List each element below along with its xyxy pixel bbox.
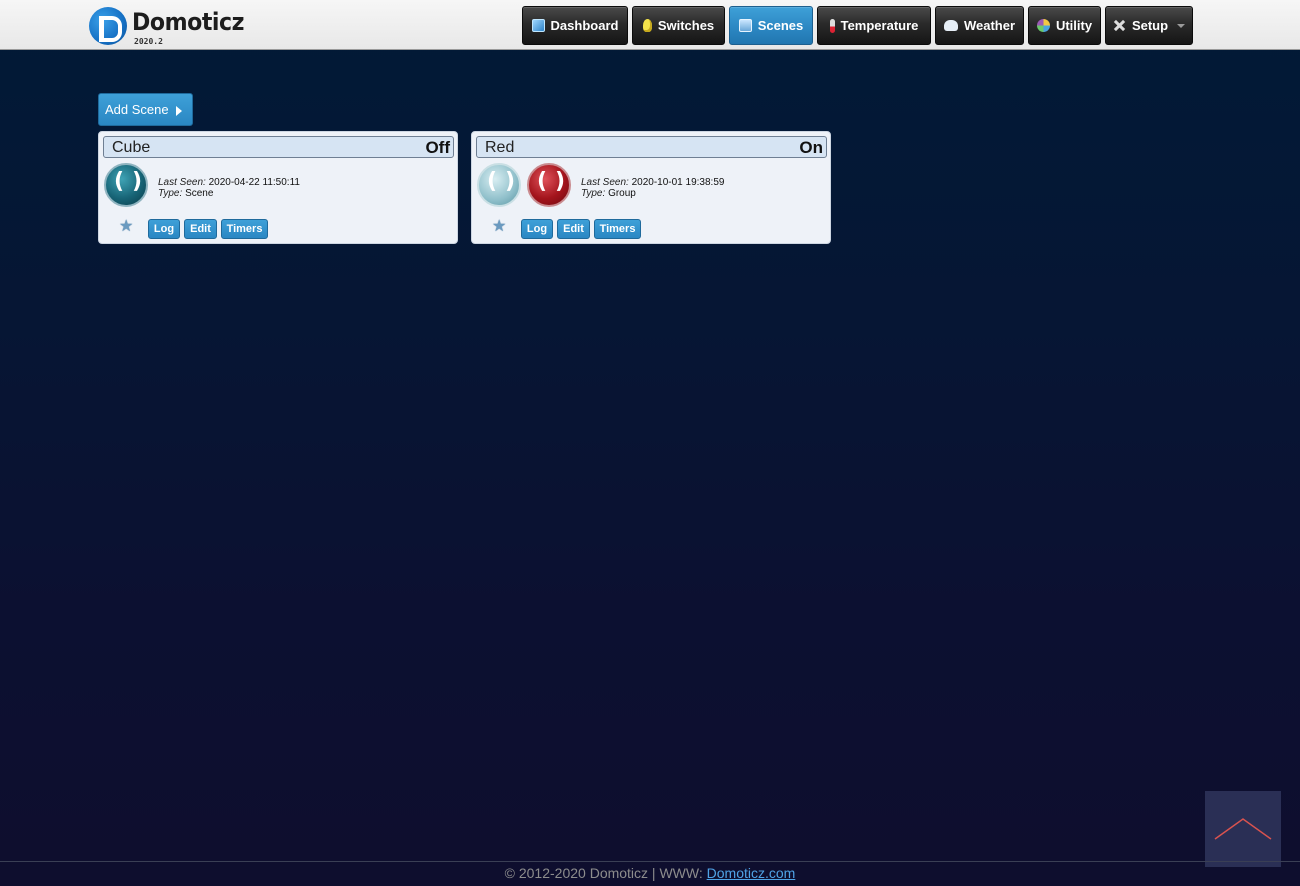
scene-card-cube: Cube Off () Last Seen: 2020-04-22 11:50:… xyxy=(98,131,458,244)
tools-icon xyxy=(1113,19,1126,32)
scene-status: On xyxy=(799,138,823,157)
scene-info: Last Seen: 2020-04-22 11:50:11 Type: Sce… xyxy=(158,177,300,199)
scene-status: Off xyxy=(425,138,450,157)
nav-label: Setup xyxy=(1131,18,1169,33)
scenes-icon xyxy=(738,19,752,32)
dashboard-icon xyxy=(531,19,545,32)
nav-label: Scenes xyxy=(757,18,804,33)
edit-button[interactable]: Edit xyxy=(184,219,217,239)
logo-icon xyxy=(89,7,127,45)
nav-label: Dashboard xyxy=(550,18,619,33)
footer: © 2012-2020 Domoticz | WWW: Domoticz.com xyxy=(0,865,1300,881)
type-label: Type: xyxy=(581,188,606,199)
type-value: Group xyxy=(608,188,636,199)
nav-label: Weather xyxy=(963,18,1016,33)
scene-name: Red xyxy=(485,139,515,156)
timers-button[interactable]: Timers xyxy=(221,219,268,239)
type-label: Type: xyxy=(158,188,183,199)
top-navbar: Domoticz 2020.2 Dashboard Switches Scene… xyxy=(0,0,1300,50)
thermometer-icon xyxy=(829,18,835,33)
add-scene-button[interactable]: Add Scene xyxy=(98,93,193,126)
nav-setup[interactable]: Setup xyxy=(1105,6,1193,45)
app-version: 2020.2 xyxy=(134,37,163,46)
scene-name: Cube xyxy=(112,139,151,156)
nav-switches[interactable]: Switches xyxy=(632,6,725,45)
domoticz-logo[interactable]: Domoticz 2020.2 xyxy=(89,6,245,46)
nav-label: Utility xyxy=(1055,18,1093,33)
type-value: Scene xyxy=(185,188,214,199)
log-button[interactable]: Log xyxy=(148,219,180,239)
edit-button[interactable]: Edit xyxy=(557,219,590,239)
chevron-up-icon xyxy=(1214,818,1272,840)
nav-weather[interactable]: Weather xyxy=(935,6,1024,45)
footer-copyright: © 2012-2020 Domoticz | WWW: xyxy=(504,865,703,881)
play-icon xyxy=(176,106,182,116)
scene-info: Last Seen: 2020-10-01 19:38:59 Type: Gro… xyxy=(581,177,724,199)
last-seen-label: Last Seen: xyxy=(158,177,206,188)
nav-temperature[interactable]: Temperature xyxy=(817,6,931,45)
favorite-star-icon[interactable]: ★ xyxy=(492,216,506,236)
nav-dashboard[interactable]: Dashboard xyxy=(522,6,628,45)
utility-icon xyxy=(1036,19,1050,32)
nav-label: Temperature xyxy=(840,18,919,33)
nav-label: Switches xyxy=(657,18,715,33)
scene-card-header: Cube Off xyxy=(103,136,454,158)
scroll-to-top-button[interactable] xyxy=(1205,791,1281,867)
scene-card-red: Red On () () Last Seen: 2020-10-01 19:38… xyxy=(471,131,831,244)
cloud-icon xyxy=(943,20,958,31)
group-on-button[interactable]: () xyxy=(527,163,571,207)
footer-link[interactable]: Domoticz.com xyxy=(707,865,796,881)
last-seen-value: 2020-10-01 19:38:59 xyxy=(631,177,725,188)
chevron-down-icon xyxy=(1177,23,1186,28)
app-name: Domoticz xyxy=(132,8,245,36)
footer-divider xyxy=(0,861,1300,862)
last-seen-value: 2020-04-22 11:50:11 xyxy=(208,177,300,188)
scene-icon: () xyxy=(537,169,574,194)
scene-icon: () xyxy=(114,169,151,194)
nav-scenes[interactable]: Scenes xyxy=(729,6,813,45)
group-off-button[interactable]: () xyxy=(477,163,521,207)
lightbulb-icon xyxy=(642,19,652,32)
scene-icon: () xyxy=(487,169,524,194)
log-button[interactable]: Log xyxy=(521,219,553,239)
timers-button[interactable]: Timers xyxy=(594,219,641,239)
favorite-star-icon[interactable]: ★ xyxy=(119,216,133,236)
last-seen-label: Last Seen: xyxy=(581,177,629,188)
add-scene-label: Add Scene xyxy=(105,102,169,117)
nav-utility[interactable]: Utility xyxy=(1028,6,1101,45)
scene-card-header: Red On xyxy=(476,136,827,158)
scene-activate-button[interactable]: () xyxy=(104,163,148,207)
